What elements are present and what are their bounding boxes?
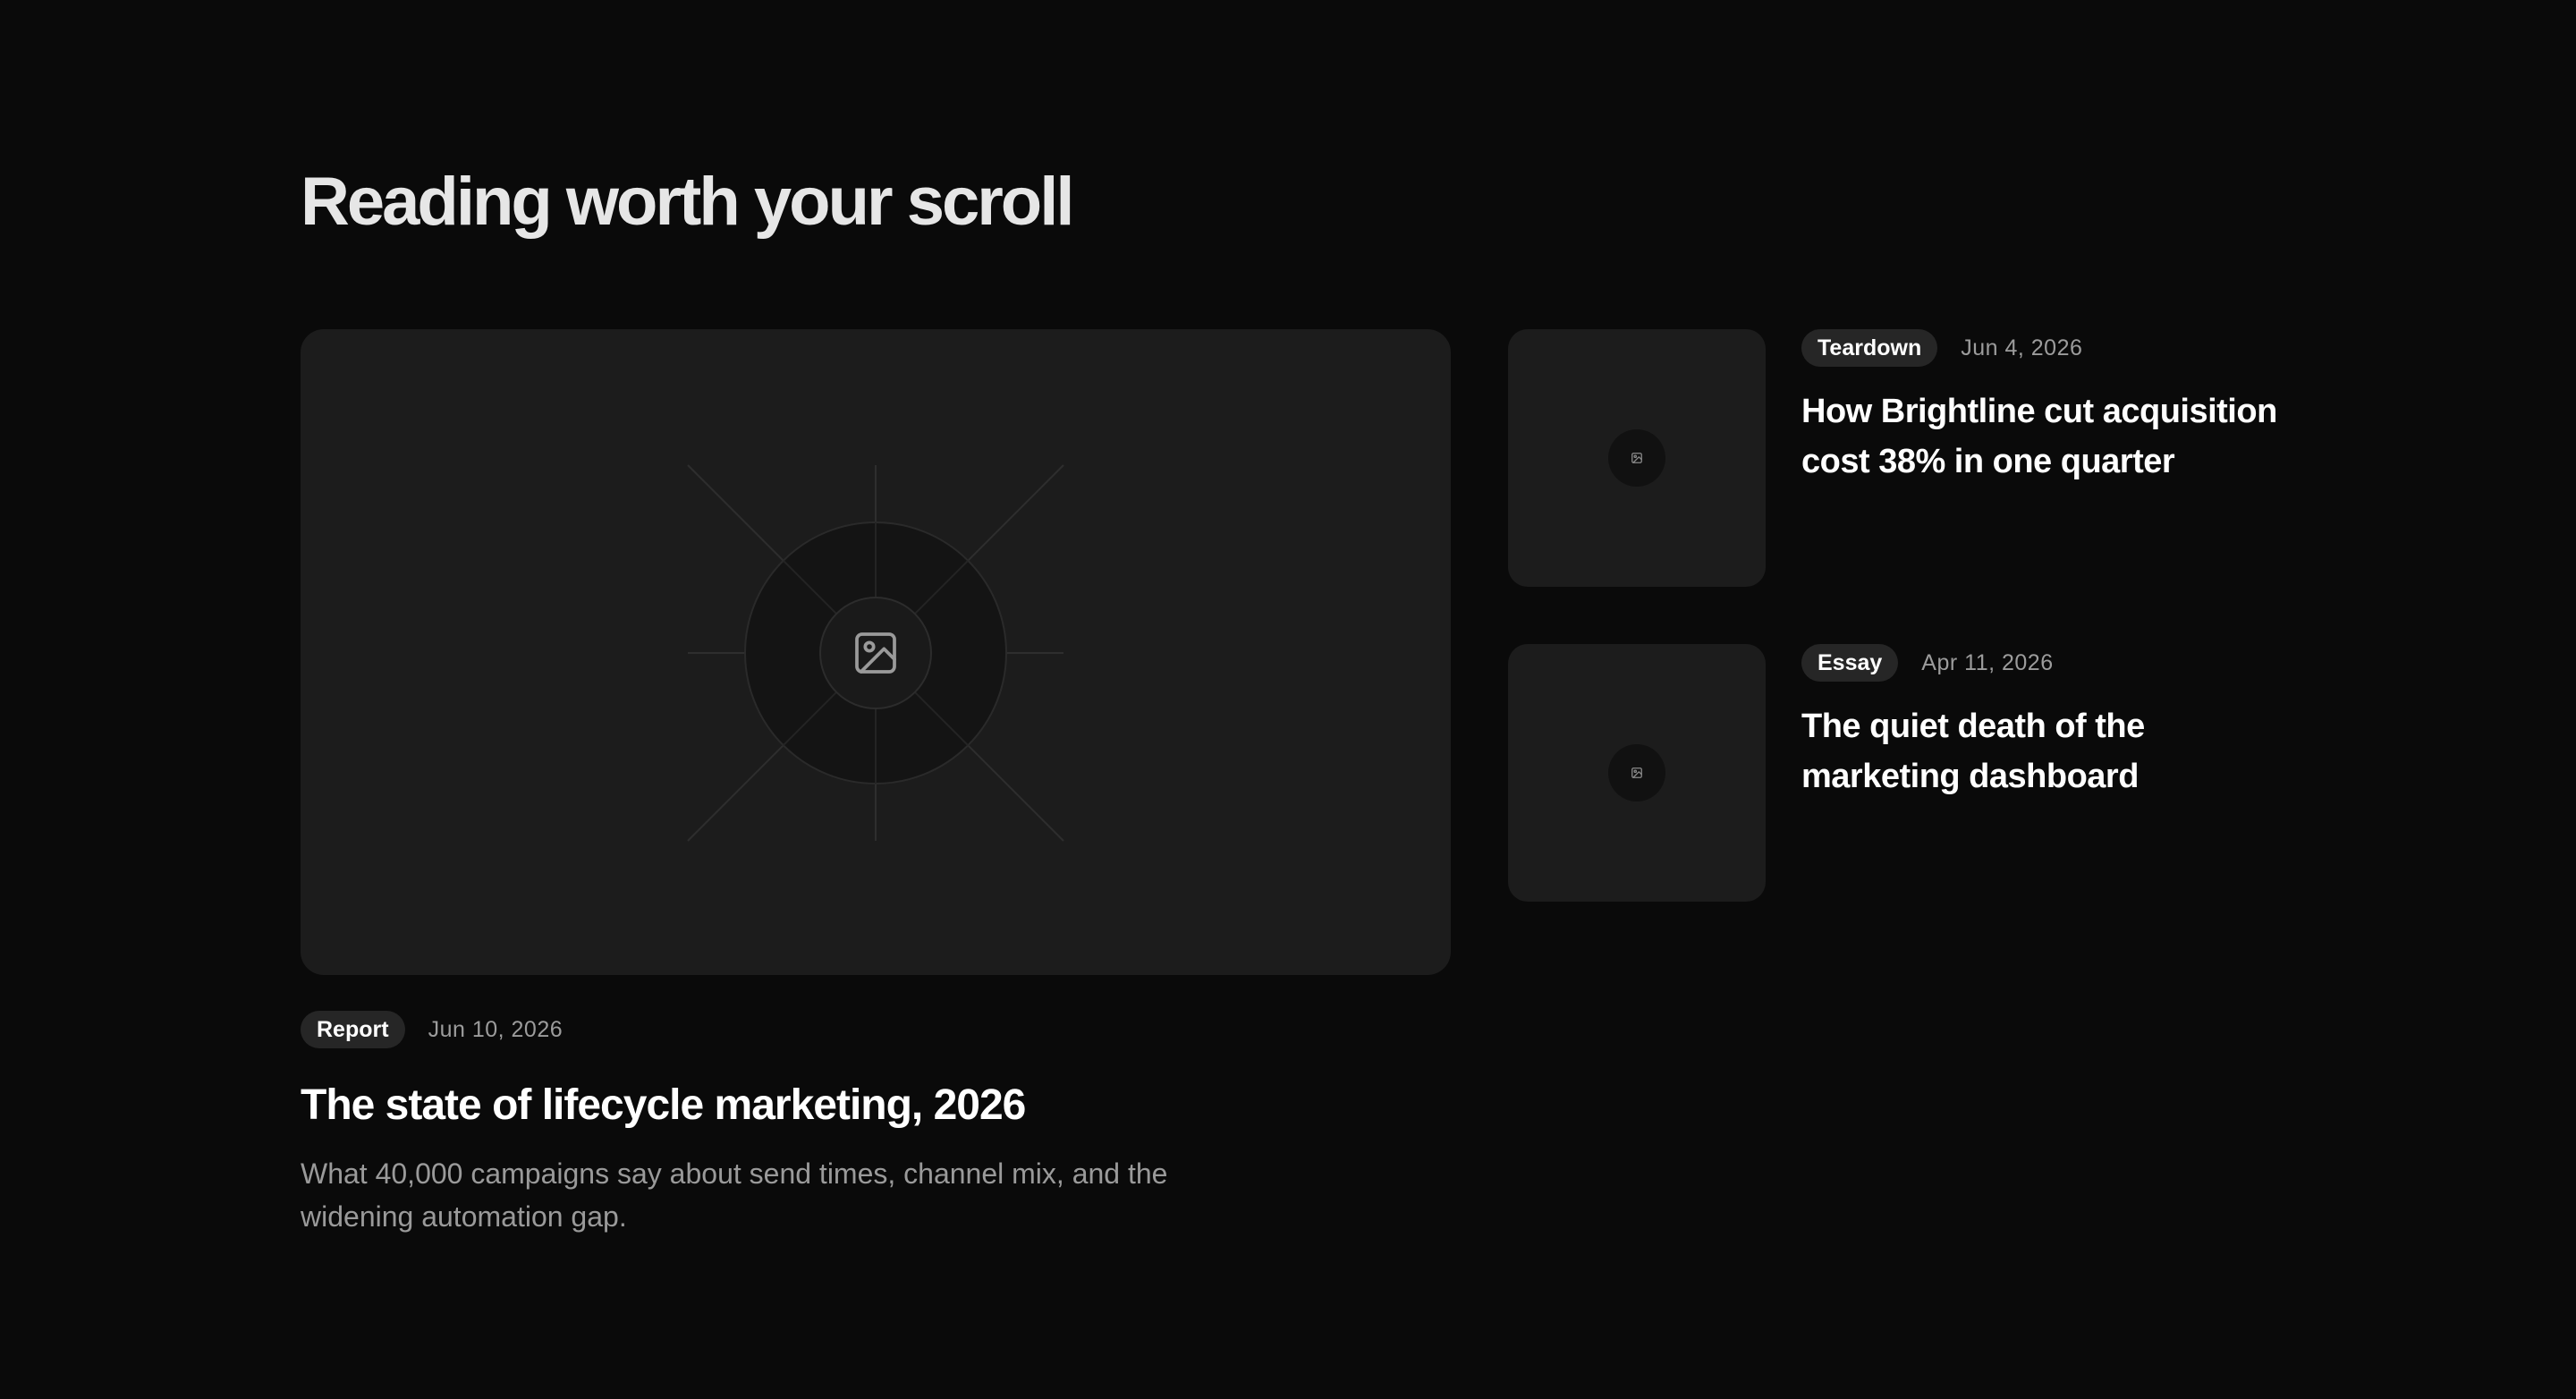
article-text: Teardown Jun 4, 2026 How Brightline cut … [1801, 329, 2338, 487]
article-title[interactable]: The quiet death of the marketing dashboa… [1801, 701, 2302, 801]
article-list-item[interactable]: Essay Apr 11, 2026 The quiet death of th… [1508, 644, 2313, 902]
article-text: Essay Apr 11, 2026 The quiet death of th… [1801, 644, 2338, 801]
category-badge: Teardown [1801, 329, 1938, 367]
image-icon [1631, 453, 1642, 463]
featured-image[interactable] [301, 329, 1451, 975]
section-title: Reading worth your scroll [301, 164, 1074, 240]
article-title[interactable]: How Brightline cut acquisition cost 38% … [1801, 386, 2302, 487]
article-thumbnail[interactable] [1508, 644, 1766, 902]
article-thumbnail[interactable] [1508, 329, 1766, 587]
featured-excerpt: What 40,000 campaigns say about send tim… [301, 1157, 1168, 1233]
article-list-item[interactable]: Teardown Jun 4, 2026 How Brightline cut … [1508, 329, 2313, 587]
category-badge: Report [301, 1011, 405, 1048]
article-meta: Essay Apr 11, 2026 [1801, 644, 2338, 682]
featured-meta: Report Jun 10, 2026 [301, 1011, 1451, 1048]
thumbnail-placeholder [1608, 429, 1665, 487]
thumbnail-placeholder [1608, 744, 1665, 801]
image-icon [855, 632, 896, 674]
reading-section: Reading worth your scroll Report Jun 10,… [0, 0, 2576, 1399]
featured-article-card[interactable]: Report Jun 10, 2026 The state of lifecyc… [301, 329, 1451, 1238]
publish-date: Apr 11, 2026 [1921, 649, 2054, 675]
publish-date: Jun 10, 2026 [428, 1016, 564, 1042]
category-badge: Essay [1801, 644, 1899, 682]
publish-date: Jun 4, 2026 [1961, 335, 2083, 360]
image-icon [1631, 767, 1642, 778]
featured-title[interactable]: The state of lifecycle marketing, 2026 [301, 1079, 1451, 1132]
article-meta: Teardown Jun 4, 2026 [1801, 329, 2338, 367]
